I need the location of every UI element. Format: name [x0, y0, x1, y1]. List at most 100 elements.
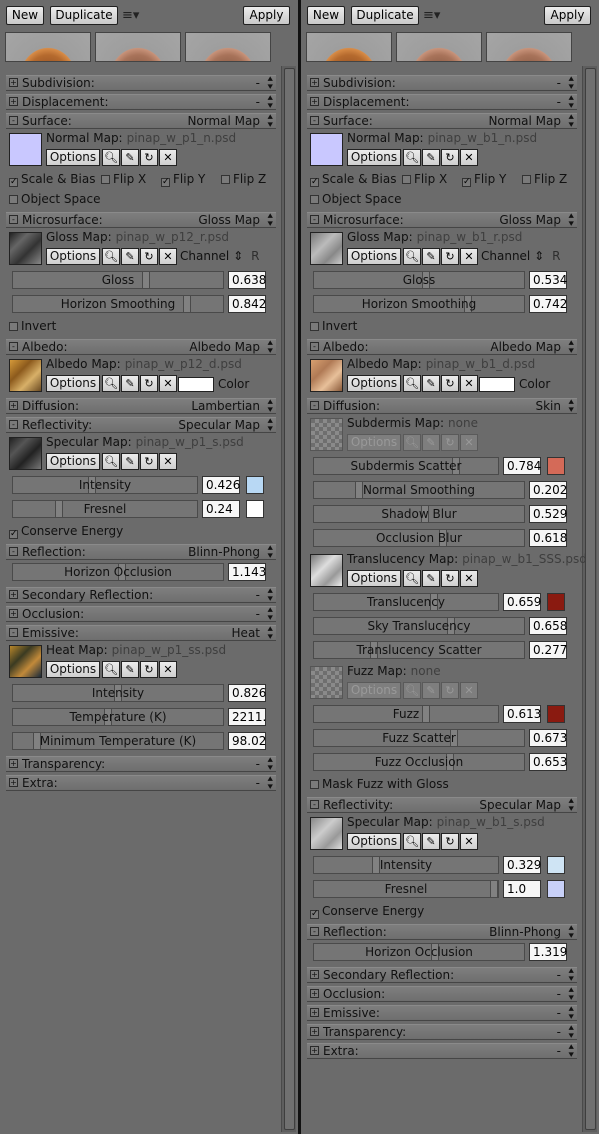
section-mode-select[interactable]: Albedo Map: [490, 340, 561, 354]
translucency-color-swatch[interactable]: [547, 593, 565, 611]
map-thumbnail[interactable]: [9, 437, 42, 470]
object-space-checkbox[interactable]: Object Space: [310, 192, 401, 206]
subdermis-scatter-input[interactable]: 0.784: [503, 457, 541, 475]
temperature-input[interactable]: 2211.: [228, 708, 266, 726]
options-button[interactable]: Options: [347, 570, 401, 587]
checkbox-box[interactable]: [101, 175, 110, 184]
expand-icon[interactable]: +: [9, 97, 18, 106]
checkbox-box[interactable]: ✓: [310, 178, 319, 187]
normal-smoothing-slider[interactable]: Normal Smoothing: [313, 481, 525, 499]
scale-bias-checkbox[interactable]: ✓ Scale & Bias: [310, 172, 396, 187]
surface-header[interactable]: - Surface: Normal Map ▴ ▾: [6, 113, 276, 130]
updown-arrows-icon[interactable]: ▴ ▾: [268, 212, 273, 229]
extra-header[interactable]: + Extra: - ▴ ▾: [307, 1043, 577, 1060]
search-icon[interactable]: 🔍︎: [403, 682, 421, 699]
displacement-header[interactable]: + Displacement: - ▴ ▾: [307, 94, 577, 111]
updown-arrows-icon[interactable]: ▴ ▾: [268, 544, 273, 561]
collapse-icon[interactable]: -: [310, 401, 319, 410]
horizon-smoothing-slider[interactable]: Horizon Smoothing: [12, 295, 224, 313]
section-mode-select[interactable]: Blinn-Phong: [489, 925, 561, 939]
collapse-icon[interactable]: -: [310, 215, 319, 224]
refresh-icon[interactable]: ↻: [441, 149, 459, 166]
section-mode-select[interactable]: -: [557, 1025, 561, 1039]
section-mode-select[interactable]: Lambertian: [191, 399, 260, 413]
fresnel-slider[interactable]: Fresnel: [313, 880, 499, 898]
close-icon[interactable]: ✕: [460, 434, 478, 451]
diffusion-header[interactable]: - Diffusion: Skin ▴ ▾: [307, 398, 577, 415]
horizon-occlusion-slider[interactable]: Horizon Occlusion: [313, 943, 525, 961]
pencil-icon[interactable]: ✎: [121, 375, 139, 392]
search-icon[interactable]: 🔍︎: [403, 833, 421, 850]
updown-arrows-icon[interactable]: ▴ ▾: [268, 94, 273, 111]
close-icon[interactable]: ✕: [159, 248, 177, 265]
map-thumbnail[interactable]: [310, 418, 343, 451]
collapse-icon[interactable]: -: [9, 116, 18, 125]
transparency-header[interactable]: + Transparency: - ▴ ▾: [307, 1024, 577, 1041]
fresnel-input[interactable]: 0.24: [202, 500, 240, 518]
albedo-header[interactable]: - Albedo: Albedo Map ▴ ▾: [6, 339, 276, 356]
checkbox-box[interactable]: ✓: [9, 178, 18, 187]
checkbox-box[interactable]: ✓: [462, 178, 471, 187]
checkbox-box[interactable]: [310, 780, 319, 789]
search-icon[interactable]: 🔍︎: [403, 434, 421, 451]
section-mode-select[interactable]: Normal Map: [187, 114, 260, 128]
section-mode-select[interactable]: -: [256, 95, 260, 109]
checkbox-box[interactable]: ✓: [161, 178, 170, 187]
section-mode-select[interactable]: -: [256, 588, 260, 602]
section-mode-select[interactable]: -: [256, 76, 260, 90]
expand-icon[interactable]: +: [310, 989, 319, 998]
duplicate-button[interactable]: Duplicate: [351, 6, 419, 25]
flip-x-checkbox[interactable]: Flip X: [101, 172, 146, 186]
pencil-icon[interactable]: ✎: [422, 833, 440, 850]
apply-button[interactable]: Apply: [243, 6, 290, 25]
invert-checkbox[interactable]: Invert: [310, 319, 357, 333]
search-icon[interactable]: 🔍︎: [102, 453, 120, 470]
reflection-header[interactable]: - Reflection: Blinn-Phong ▴ ▾: [6, 544, 276, 561]
updown-arrows-icon[interactable]: ▴ ▾: [268, 775, 273, 792]
collapse-icon[interactable]: -: [310, 116, 319, 125]
duplicate-button[interactable]: Duplicate: [50, 6, 118, 25]
gloss-input[interactable]: 0.638: [228, 271, 266, 289]
updown-arrows-icon[interactable]: ▴ ▾: [268, 606, 273, 623]
refresh-icon[interactable]: ↻: [140, 248, 158, 265]
displacement-header[interactable]: + Displacement: - ▴ ▾: [6, 94, 276, 111]
intensity-slider[interactable]: Intensity: [313, 856, 499, 874]
map-thumbnail[interactable]: [9, 359, 42, 392]
checkbox-box[interactable]: [221, 175, 230, 184]
expand-icon[interactable]: +: [310, 1046, 319, 1055]
section-mode-select[interactable]: -: [256, 607, 260, 621]
fresnel-color-swatch[interactable]: [547, 880, 565, 898]
checkbox-box[interactable]: [9, 322, 18, 331]
sky-translucency-input[interactable]: 0.658: [529, 617, 567, 635]
close-icon[interactable]: ✕: [460, 375, 478, 392]
refresh-icon[interactable]: ↻: [441, 682, 459, 699]
normal-smoothing-input[interactable]: 0.202: [529, 481, 567, 499]
translucency-scatter-slider[interactable]: Translucency Scatter: [313, 641, 525, 659]
section-mode-select[interactable]: Normal Map: [488, 114, 561, 128]
map-thumbnail[interactable]: [310, 554, 343, 587]
collapse-icon[interactable]: -: [9, 547, 18, 556]
close-icon[interactable]: ✕: [460, 570, 478, 587]
search-icon[interactable]: 🔍︎: [403, 375, 421, 392]
updown-arrows-icon[interactable]: ▴ ▾: [569, 1043, 574, 1060]
search-icon[interactable]: 🔍︎: [102, 248, 120, 265]
updown-arrows-icon[interactable]: ▴ ▾: [569, 212, 574, 229]
collapse-icon[interactable]: -: [310, 927, 319, 936]
section-mode-select[interactable]: -: [557, 95, 561, 109]
pencil-icon[interactable]: ✎: [121, 453, 139, 470]
updown-arrows-icon[interactable]: ▴ ▾: [268, 398, 273, 415]
options-button[interactable]: Options: [347, 375, 401, 392]
updown-arrows-icon[interactable]: ▴ ▾: [268, 113, 273, 130]
refresh-icon[interactable]: ↻: [140, 661, 158, 678]
fresnel-slider[interactable]: Fresnel: [12, 500, 198, 518]
section-mode-select[interactable]: -: [557, 1006, 561, 1020]
updown-arrows-icon[interactable]: ▴ ▾: [569, 1005, 574, 1022]
expand-icon[interactable]: +: [310, 97, 319, 106]
menu-icon[interactable]: ≡▾: [423, 8, 440, 23]
section-mode-select[interactable]: Albedo Map: [189, 340, 260, 354]
collapse-icon[interactable]: -: [310, 800, 319, 809]
albedo-header[interactable]: - Albedo: Albedo Map ▴ ▾: [307, 339, 577, 356]
subdivision-header[interactable]: + Subdivision: - ▴ ▾: [307, 75, 577, 92]
updown-arrows-icon[interactable]: ▴ ▾: [569, 924, 574, 941]
checkbox-box[interactable]: [310, 195, 319, 204]
